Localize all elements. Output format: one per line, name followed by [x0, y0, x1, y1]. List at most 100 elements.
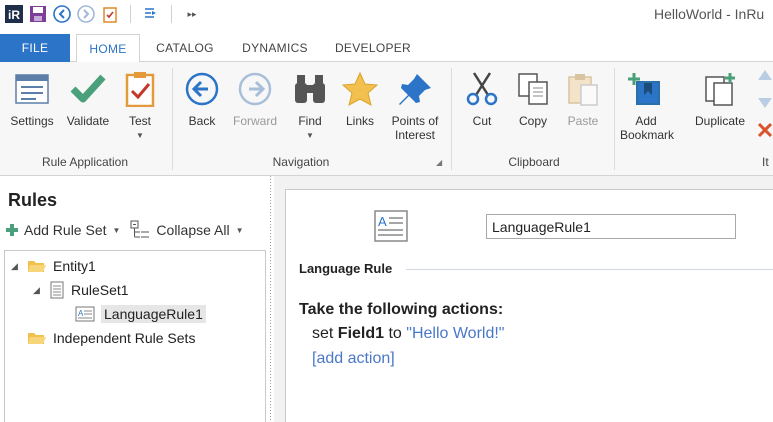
add-bookmark-button[interactable]: Add Bookmark: [620, 70, 675, 142]
rule-tree: ◢ Entity1 ◢ RuleSet1 A LanguageRule1 Ind…: [4, 250, 266, 422]
add-bookmark-icon: [626, 70, 666, 108]
duplicate-button[interactable]: Duplicate: [688, 70, 752, 128]
group-label-rule-application: Rule Application: [41, 155, 129, 169]
folder-open-icon: [28, 261, 46, 272]
action-set-field[interactable]: set Field1 to "Hello World!": [312, 325, 504, 343]
tree-label-ruleset: RuleSet1: [71, 282, 129, 298]
tree-node-independent-rule-sets[interactable]: Independent Rule Sets: [27, 327, 195, 349]
goto-icon[interactable]: [141, 4, 161, 24]
app-logo-icon: iR: [4, 4, 24, 24]
settings-icon: [12, 70, 52, 108]
section-divider: [406, 269, 773, 270]
rules-panel: Rules Add Rule Set ▼ Collapse All ▼ ◢ En…: [0, 176, 268, 422]
clipboard-test-icon: [120, 70, 160, 108]
tab-catalog[interactable]: CATALOG: [152, 34, 218, 62]
language-rule-icon: A: [75, 306, 95, 322]
copy-label: Copy: [518, 114, 547, 128]
forward-circle-icon: [235, 70, 275, 108]
window-title: HelloWorld - InRu: [654, 6, 765, 22]
group-label-clipboard: Clipboard: [508, 155, 560, 169]
add-rule-set-dropdown-icon: ▼: [112, 225, 121, 235]
poi-label-line2: Interest: [394, 128, 436, 142]
pushpin-icon: [395, 70, 435, 108]
tab-file[interactable]: FILE: [0, 34, 70, 62]
back-circle-icon: [182, 70, 222, 108]
paste-button[interactable]: Paste: [560, 70, 606, 128]
quick-access-toolbar: iR ▸▸: [4, 4, 202, 24]
star-icon: [340, 70, 380, 108]
links-label: Links: [345, 114, 374, 128]
customize-toolbar-icon[interactable]: ▸▸: [182, 4, 202, 24]
add-bookmark-label-line1: Add: [635, 114, 657, 128]
tab-home[interactable]: HOME: [76, 34, 140, 63]
copy-button[interactable]: Copy: [510, 70, 556, 128]
duplicate-icon: [700, 70, 740, 108]
folder-open-icon: [28, 333, 46, 344]
save-icon[interactable]: [28, 4, 48, 24]
ruleset-document-icon: [50, 281, 64, 299]
collapse-all-icon: [130, 220, 150, 238]
points-of-interest-button[interactable]: Points of Interest: [386, 70, 444, 142]
add-rule-set-label: Add Rule Set: [24, 222, 107, 238]
action-to: to: [388, 325, 402, 342]
collapse-all-dropdown-icon: ▼: [235, 225, 244, 235]
ribbon: Settings Validate Test ▼ Rule Applicatio…: [0, 62, 773, 176]
validate-label: Validate: [66, 114, 110, 128]
poi-label-line1: Points of: [391, 114, 439, 128]
test-dropdown-icon: ▼: [136, 131, 144, 140]
settings-button[interactable]: Settings: [6, 70, 58, 128]
toolbar-separator: [130, 5, 131, 23]
find-dropdown-icon: ▼: [306, 131, 314, 140]
action-value[interactable]: "Hello World!": [406, 325, 504, 342]
tree-label-independent: Independent Rule Sets: [53, 330, 196, 346]
add-bookmark-label-line2: Bookmark: [620, 128, 675, 142]
section-label-language-rule: Language Rule: [299, 261, 393, 276]
ribbon-tabs: FILE HOME CATALOG DYNAMICS DEVELOPER: [0, 34, 773, 63]
tab-dynamics[interactable]: DYNAMICS: [236, 34, 314, 62]
test-label: Test: [128, 114, 151, 128]
find-label: Find: [298, 114, 322, 128]
test-button[interactable]: Test ▼: [118, 70, 162, 143]
back-arrow-icon[interactable]: [52, 4, 72, 24]
language-rule-icon: A: [374, 210, 408, 245]
tree-node-entity[interactable]: ◢ Entity1: [11, 255, 96, 277]
cut-button[interactable]: Cut: [460, 70, 504, 128]
svg-text:A: A: [78, 309, 84, 318]
paste-label: Paste: [567, 114, 599, 128]
add-action-link[interactable]: [add action]: [312, 350, 395, 368]
action-field[interactable]: Field1: [338, 325, 384, 342]
expanded-triangle-icon[interactable]: ◢: [33, 285, 43, 296]
rule-name-input[interactable]: [486, 214, 736, 239]
actions-heading: Take the following actions:: [299, 301, 504, 318]
tree-label-entity: Entity1: [53, 258, 96, 274]
clipboard-check-icon[interactable]: [100, 4, 120, 24]
paste-icon: [563, 70, 603, 108]
links-button[interactable]: Links: [338, 70, 382, 128]
add-rule-set-button[interactable]: Add Rule Set ▼: [6, 222, 120, 238]
forward-arrow-icon[interactable]: [76, 4, 96, 24]
title-bar: iR ▸▸ HelloWorld - InRu: [0, 0, 773, 30]
tree-node-language-rule[interactable]: A LanguageRule1: [75, 303, 206, 325]
settings-label: Settings: [10, 114, 54, 128]
tab-developer[interactable]: DEVELOPER: [332, 34, 414, 62]
plus-icon: [6, 224, 18, 236]
expanded-triangle-icon[interactable]: ◢: [11, 261, 21, 272]
collapse-all-button[interactable]: Collapse All ▼: [130, 220, 244, 240]
copy-icon: [513, 70, 553, 108]
back-button[interactable]: Back: [180, 70, 224, 128]
tree-node-ruleset[interactable]: ◢ RuleSet1: [33, 279, 129, 301]
forward-button[interactable]: Forward: [228, 70, 282, 128]
app-logo-text: iR: [8, 8, 20, 22]
forward-label: Forward: [232, 114, 277, 128]
checkmark-icon: [68, 70, 108, 108]
group-label-items: It: [762, 155, 769, 169]
find-button[interactable]: Find ▼: [288, 70, 332, 143]
rules-toolbar: Add Rule Set ▼ Collapse All ▼: [6, 220, 254, 240]
cut-label: Cut: [472, 114, 492, 128]
svg-text:A: A: [378, 214, 387, 229]
navigation-dialog-launcher-icon[interactable]: ◢: [436, 158, 442, 167]
move-delete-icons: [756, 68, 773, 148]
validate-button[interactable]: Validate: [62, 70, 114, 128]
tree-label-language-rule: LanguageRule1: [101, 305, 206, 323]
group-separator: [451, 68, 452, 170]
